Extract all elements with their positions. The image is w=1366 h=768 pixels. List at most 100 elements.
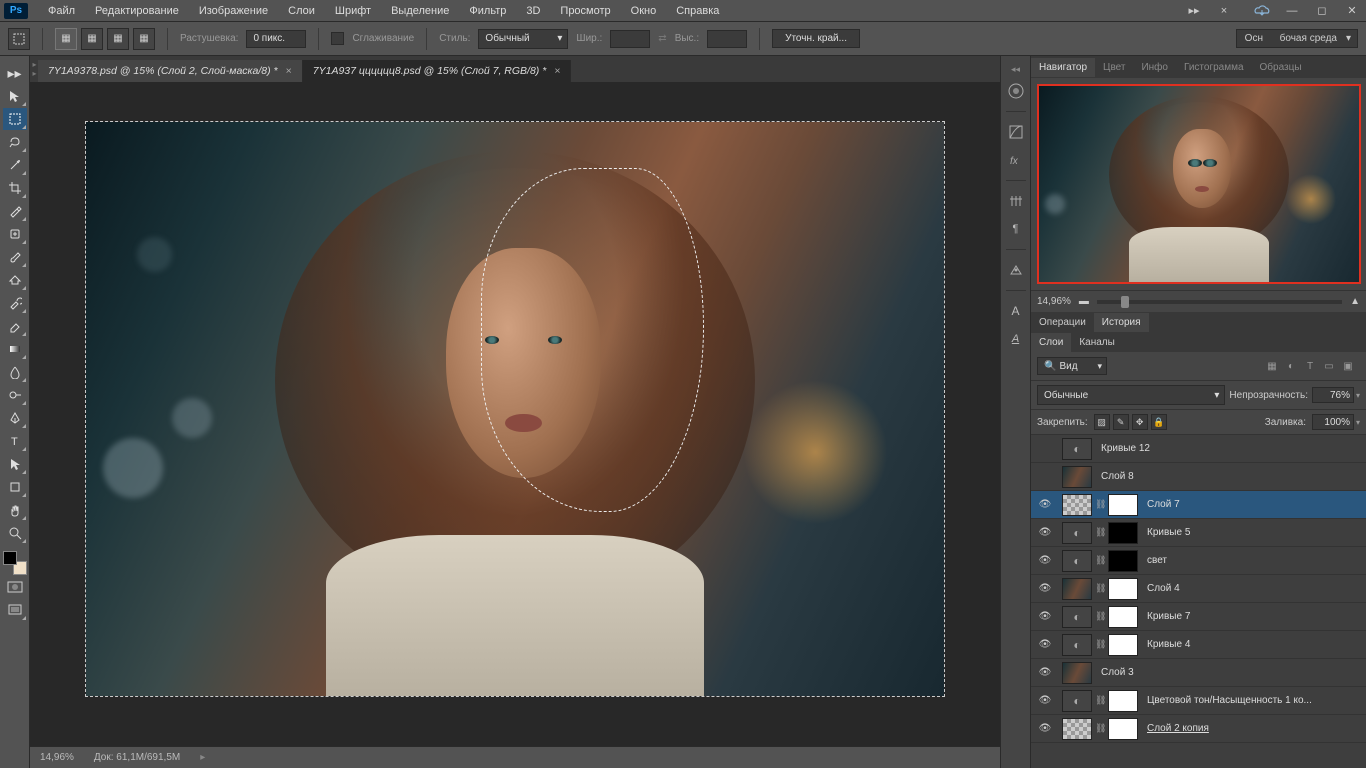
link-icon[interactable]: ⛓ <box>1095 555 1105 566</box>
add-selection-icon[interactable]: ▦ <box>81 28 103 50</box>
layer-thumbnail[interactable] <box>1062 494 1092 516</box>
panel-tab-Гистограмма[interactable]: Гистограмма <box>1176 58 1252 77</box>
link-icon[interactable]: ⛓ <box>1095 639 1105 650</box>
antialias-checkbox[interactable] <box>331 32 344 45</box>
blend-mode-select[interactable]: Обычные <box>1037 385 1225 405</box>
minimize-button[interactable]: — <box>1278 2 1306 20</box>
history-brush-tool[interactable] <box>3 292 27 314</box>
layer-name[interactable]: Кривые 4 <box>1141 639 1190 650</box>
lock-transparency-icon[interactable]: ▨ <box>1094 414 1110 430</box>
color-swatches[interactable] <box>3 551 27 575</box>
character-panel-icon[interactable]: A <box>1004 299 1028 323</box>
panel-tab-Операции[interactable]: Операции <box>1031 313 1094 332</box>
screen-mode-icon[interactable] <box>3 599 27 621</box>
link-icon[interactable]: ⛓ <box>1095 583 1105 594</box>
panel-tab-Каналы[interactable]: Каналы <box>1071 333 1123 352</box>
feather-input[interactable] <box>246 30 306 48</box>
eraser-tool[interactable] <box>3 315 27 337</box>
layer-name[interactable]: Кривые 5 <box>1141 527 1190 538</box>
visibility-toggle[interactable]: 👁 <box>1031 583 1059 594</box>
close-tab-icon[interactable]: × <box>554 65 560 77</box>
fill-input[interactable] <box>1312 414 1354 430</box>
visibility-toggle[interactable]: 👁 <box>1031 639 1059 650</box>
color-panel-icon[interactable] <box>1004 79 1028 103</box>
filter-type-icon[interactable]: T <box>1302 359 1318 373</box>
styles-panel-icon[interactable]: fx <box>1004 148 1028 172</box>
link-icon[interactable]: ⛓ <box>1095 527 1105 538</box>
paragraph-panel-icon[interactable]: ¶ <box>1004 217 1028 241</box>
visibility-toggle[interactable]: 👁 <box>1031 695 1059 706</box>
visibility-toggle[interactable]: 👁 <box>1031 555 1059 566</box>
layer-name[interactable]: Слой 3 <box>1095 667 1134 678</box>
layer-filter-kind[interactable]: 🔍Вид <box>1037 357 1107 375</box>
layer-name[interactable]: Кривые 12 <box>1095 443 1150 454</box>
menu-Слои[interactable]: Слои <box>278 5 325 17</box>
layer-row[interactable]: Слой 8 <box>1031 463 1366 491</box>
layer-row[interactable]: 👁Слой 3 <box>1031 659 1366 687</box>
shape-tool[interactable] <box>3 476 27 498</box>
filter-pixel-icon[interactable]: ▦ <box>1264 359 1280 373</box>
layer-name[interactable]: Кривые 7 <box>1141 611 1190 622</box>
layer-row[interactable]: 👁◐⛓Кривые 5 <box>1031 519 1366 547</box>
layer-thumbnail[interactable] <box>1062 718 1092 740</box>
healing-brush-tool[interactable] <box>3 223 27 245</box>
eyedropper-tool[interactable] <box>3 200 27 222</box>
foreground-color[interactable] <box>3 551 17 565</box>
document-tab[interactable]: 7Y1A937 цццццц8.psd @ 15% (Слой 7, RGB/8… <box>303 60 572 82</box>
dodge-tool[interactable] <box>3 384 27 406</box>
mask-thumbnail[interactable] <box>1108 550 1138 572</box>
layer-name[interactable]: свет <box>1141 555 1167 566</box>
brush-tool[interactable] <box>3 246 27 268</box>
visibility-toggle[interactable]: 👁 <box>1031 723 1059 734</box>
menu-Изображение[interactable]: Изображение <box>189 5 278 17</box>
canvas-viewport[interactable] <box>30 82 1000 746</box>
menu-Шрифт[interactable]: Шрифт <box>325 5 381 17</box>
crop-tool[interactable] <box>3 177 27 199</box>
navigator-preview[interactable] <box>1037 84 1361 284</box>
magic-wand-tool[interactable] <box>3 154 27 176</box>
glyphs-panel-icon[interactable]: A <box>1004 327 1028 351</box>
layer-thumbnail[interactable]: ◐ <box>1062 690 1092 712</box>
move-tool[interactable] <box>3 85 27 107</box>
menu-Справка[interactable]: Справка <box>666 5 729 17</box>
brushes-panel-icon[interactable] <box>1004 189 1028 213</box>
zoom-slider[interactable] <box>1097 300 1342 304</box>
layer-name[interactable]: Слой 7 <box>1141 499 1180 510</box>
filter-shape-icon[interactable]: ▭ <box>1321 359 1337 373</box>
menu-3D[interactable]: 3D <box>516 5 550 17</box>
mask-thumbnail[interactable] <box>1108 578 1138 600</box>
layer-name[interactable]: Слой 4 <box>1141 583 1180 594</box>
menu-Выделение[interactable]: Выделение <box>381 5 459 17</box>
lasso-tool[interactable] <box>3 131 27 153</box>
quick-mask-icon[interactable] <box>3 576 27 598</box>
mask-thumbnail[interactable] <box>1108 634 1138 656</box>
layer-row[interactable]: 👁⛓Слой 7 <box>1031 491 1366 519</box>
pen-tool[interactable] <box>3 407 27 429</box>
layer-row[interactable]: 👁◐⛓Кривые 4 <box>1031 631 1366 659</box>
menu-Фильтр[interactable]: Фильтр <box>459 5 516 17</box>
refine-edge-button[interactable]: Уточн. край... <box>772 29 860 48</box>
cloud-sync-icon[interactable] <box>1248 2 1276 20</box>
clone-stamp-tool[interactable] <box>3 269 27 291</box>
panel-tab-Слои[interactable]: Слои <box>1031 333 1071 352</box>
link-icon[interactable]: ⛓ <box>1095 499 1105 510</box>
width-input[interactable] <box>610 30 650 48</box>
panel-tab-Цвет[interactable]: Цвет <box>1095 58 1133 77</box>
menu-Файл[interactable]: Файл <box>38 5 85 17</box>
layer-row[interactable]: 👁 ⛓ Слой 4 <box>1031 575 1366 603</box>
layer-thumbnail[interactable]: ◐ <box>1062 550 1092 572</box>
image-canvas[interactable] <box>85 121 945 697</box>
style-select[interactable]: Обычный <box>478 29 568 49</box>
zoom-out-icon[interactable]: ▬ <box>1079 296 1089 307</box>
layer-thumbnail[interactable] <box>1062 578 1092 600</box>
hand-tool[interactable] <box>3 499 27 521</box>
mask-thumbnail[interactable] <box>1108 606 1138 628</box>
zoom-tool[interactable] <box>3 522 27 544</box>
height-input[interactable] <box>707 30 747 48</box>
panel-tab-Навигатор[interactable]: Навигатор <box>1031 58 1095 77</box>
adjustments-panel-icon[interactable] <box>1004 120 1028 144</box>
document-tab[interactable]: 7Y1A9378.psd @ 15% (Слой 2, Слой-маска/8… <box>38 60 303 82</box>
layer-row[interactable]: 👁◐⛓Кривые 7 <box>1031 603 1366 631</box>
marquee-tool[interactable] <box>3 108 27 130</box>
lock-pixels-icon[interactable]: ✎ <box>1113 414 1129 430</box>
